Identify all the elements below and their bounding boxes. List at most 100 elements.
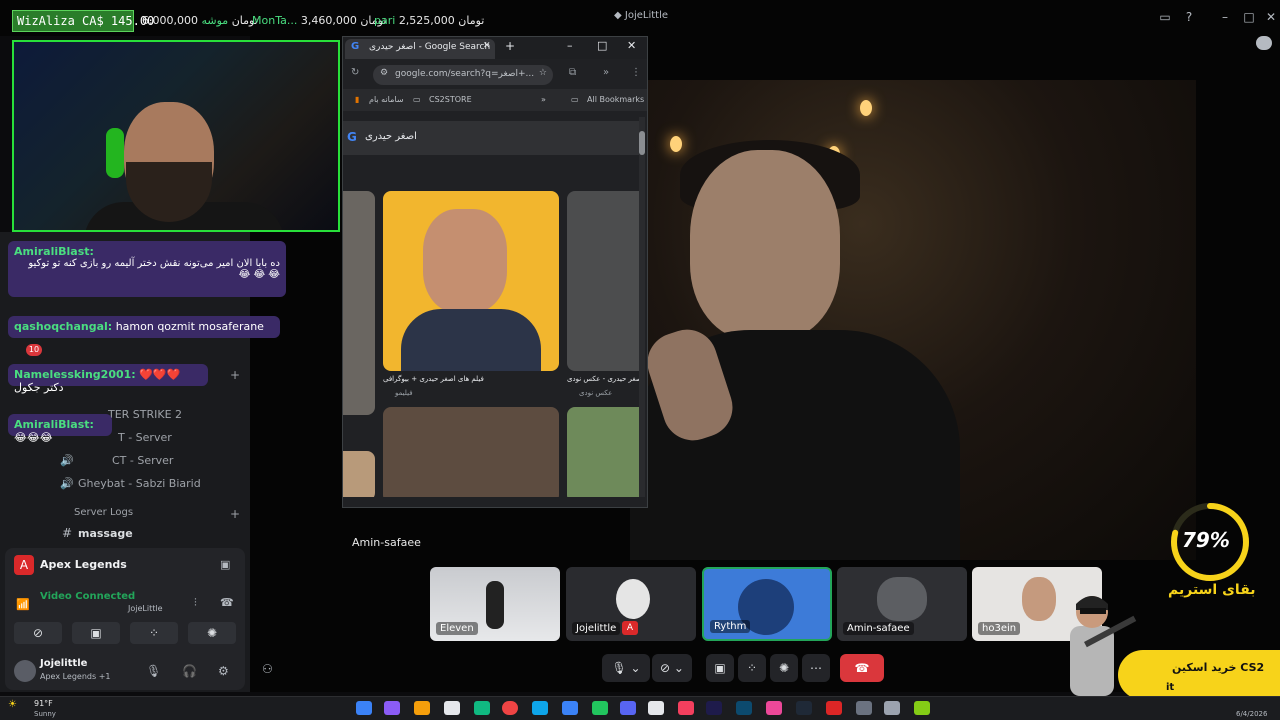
bookmark-star-icon[interactable]: ☆ <box>539 68 547 78</box>
tab-close-icon[interactable]: ✕ <box>483 41 491 51</box>
gear-icon[interactable]: ⚙ <box>218 664 229 678</box>
app-icon[interactable] <box>914 701 930 715</box>
text-channel-massage[interactable]: massage <box>78 527 133 540</box>
screen-share-button[interactable]: ▣ <box>706 654 734 682</box>
chat-message: Namelessking2001: ❤️❤️❤️ دکتر جکول <box>8 364 208 394</box>
promo-banner[interactable]: خرید اسکین CS2 it <box>1118 650 1280 700</box>
weather-icon[interactable]: ☀ <box>8 699 17 710</box>
avatar[interactable] <box>14 660 36 682</box>
participant-tile[interactable]: Eleven <box>430 567 560 641</box>
add-channel-icon[interactable]: + <box>230 507 240 521</box>
disconnect-icon[interactable]: ☎ <box>220 596 234 609</box>
participant-tile[interactable]: Jojelittle A <box>566 567 696 641</box>
more-options-button[interactable]: ⋯ <box>802 654 830 682</box>
soundboard-button[interactable]: ✺ <box>188 622 236 644</box>
activities-button[interactable]: ⁘ <box>738 654 766 682</box>
more-bookmarks-icon[interactable]: » <box>541 95 546 104</box>
close-icon[interactable]: ✕ <box>1264 10 1278 24</box>
more-tabs-icon[interactable]: » <box>603 67 609 78</box>
new-tab-button[interactable]: + <box>505 39 515 53</box>
bookmark-item[interactable]: All Bookmarks <box>587 95 644 104</box>
reload-icon[interactable]: ↻ <box>351 67 359 78</box>
app-icon[interactable] <box>562 701 578 715</box>
maximize-icon[interactable]: □ <box>597 39 607 52</box>
app-icon[interactable] <box>678 701 694 715</box>
add-channel-icon[interactable]: + <box>230 368 240 382</box>
participant-name: ho3ein <box>978 622 1021 635</box>
extensions-icon[interactable]: ⧉ <box>569 67 576 78</box>
mic-toggle-button[interactable]: 🎙 ⌄ <box>602 654 650 682</box>
apex-legends-icon[interactable] <box>826 701 842 715</box>
voice-status[interactable]: Video Connected <box>40 591 135 602</box>
speaker-icon: 🔊 <box>60 454 74 467</box>
taskbar-date: 6/4/2026 <box>1236 710 1268 718</box>
image-result[interactable] <box>567 191 639 371</box>
app-icon[interactable] <box>384 701 400 715</box>
camera-toggle-button[interactable]: ⊘ <box>14 622 62 644</box>
app-icon[interactable] <box>474 701 490 715</box>
image-result[interactable] <box>343 191 375 415</box>
menu-icon[interactable]: ⋮ <box>631 67 641 78</box>
minimize-icon[interactable]: – <box>1218 10 1232 24</box>
result-title[interactable]: فیلم های اصغر حیدری + بیوگرافی <box>383 375 484 383</box>
close-icon[interactable]: ✕ <box>627 39 636 52</box>
voice-channel-gheybat[interactable]: Gheybat - Sabzi Biarid <box>78 477 201 490</box>
speaker-name-label: Amin-safaee <box>352 536 421 549</box>
result-title[interactable]: اصغر حیدری - عکس نودی <box>567 375 639 383</box>
soundboard-button[interactable]: ✺ <box>770 654 798 682</box>
help-icon[interactable]: ? <box>1182 10 1196 24</box>
site-info-icon[interactable]: ⚙ <box>380 68 388 78</box>
chat-toggle-icon[interactable] <box>1256 36 1272 50</box>
edge-icon[interactable] <box>592 701 608 715</box>
chrome-tab[interactable]: G اصغر حیدری - Google Search <box>345 39 495 59</box>
participant-name: Eleven <box>436 622 478 635</box>
inbox-icon[interactable]: ▭ <box>1158 10 1172 24</box>
headphones-icon[interactable]: 🎧 <box>182 664 197 678</box>
participant-tile-active[interactable]: Rythm <box>702 567 832 641</box>
participant-avatar <box>877 577 927 621</box>
screen-share-button[interactable]: ▣ <box>72 622 120 644</box>
mic-icon[interactable]: 🎙 <box>146 664 161 678</box>
steam-icon[interactable] <box>796 701 812 715</box>
telegram-icon[interactable] <box>532 701 548 715</box>
app-icon[interactable] <box>648 701 664 715</box>
scrollbar-track[interactable] <box>639 117 645 497</box>
noise-suppression-icon[interactable]: ⫶ <box>194 596 197 610</box>
voice-channel-t-server[interactable]: T - Server <box>118 431 172 444</box>
signal-icon[interactable]: 📶 <box>16 598 30 611</box>
folder-icon: ▭ <box>413 95 421 104</box>
app-icon[interactable] <box>444 701 460 715</box>
weather-temp[interactable]: 91°F <box>34 699 53 708</box>
add-friend-icon[interactable]: ⚇ <box>262 662 273 676</box>
voice-channel-ct-server[interactable]: CT - Server <box>112 454 173 467</box>
channel-category-server-logs[interactable]: Server Logs <box>74 507 133 518</box>
app-icon[interactable] <box>856 701 872 715</box>
discord-icon[interactable] <box>620 701 636 715</box>
minimize-icon[interactable]: – <box>567 39 573 52</box>
google-search-bar[interactable]: G اصغر حیدری <box>343 121 643 155</box>
address-bar[interactable]: ⚙ google.com/search?q=اصغر+... ☆ <box>373 65 553 85</box>
bookmark-item[interactable]: سامانه بام <box>369 95 404 104</box>
app-icon[interactable] <box>766 701 782 715</box>
image-result[interactable] <box>343 451 375 497</box>
activities-button[interactable]: ⁘ <box>130 622 178 644</box>
photoshop-icon[interactable] <box>736 701 752 715</box>
camera-toggle-button[interactable]: ⊘ ⌄ <box>652 654 692 682</box>
scrollbar-thumb[interactable] <box>639 131 645 155</box>
participant-tile[interactable]: Amin-safaee <box>837 567 967 641</box>
premiere-icon[interactable] <box>706 701 722 715</box>
settings-icon[interactable] <box>884 701 900 715</box>
image-result[interactable] <box>383 407 559 497</box>
participant-name: Rythm <box>710 620 751 633</box>
activity-settings-icon[interactable]: ▣ <box>220 558 230 571</box>
bookmark-item[interactable]: CS2STORE <box>429 95 472 104</box>
chrome-icon[interactable] <box>502 701 518 715</box>
image-result[interactable] <box>567 407 639 497</box>
hang-up-button[interactable]: ☎ <box>840 654 884 682</box>
maximize-icon[interactable]: □ <box>1242 10 1256 24</box>
start-icon[interactable] <box>356 701 372 715</box>
result-face <box>423 209 507 313</box>
file-explorer-icon[interactable] <box>414 701 430 715</box>
channel-category[interactable]: TER STRIKE 2 <box>108 408 182 421</box>
image-result[interactable] <box>383 191 559 371</box>
